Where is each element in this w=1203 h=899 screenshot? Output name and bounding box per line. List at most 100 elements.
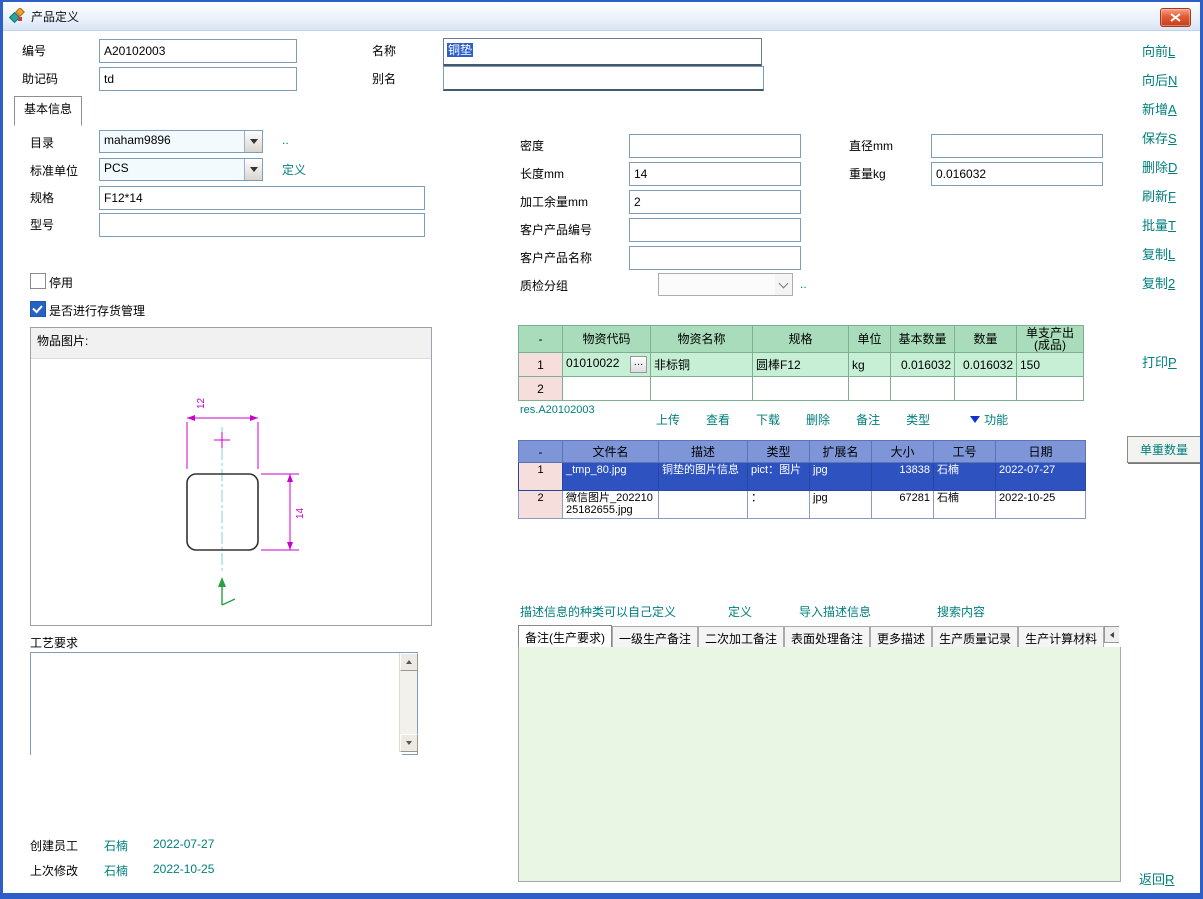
tab-more-description[interactable]: 更多描述 (870, 626, 932, 647)
delete-file-link[interactable]: 删除 (806, 411, 830, 428)
next-button[interactable]: 向后N (1142, 70, 1177, 89)
save-button[interactable]: 保存S (1142, 128, 1177, 147)
scroll-down-button[interactable] (400, 734, 418, 752)
process-req-textarea[interactable] (31, 653, 402, 756)
cell-file-name[interactable]: 微信图片_20221025182655.jpg (563, 491, 659, 519)
customer-name-input[interactable] (629, 246, 801, 270)
function-menu[interactable]: 功能 (970, 411, 1008, 428)
cell-unit[interactable]: kg (849, 353, 891, 377)
cell-ext[interactable]: jpg (810, 491, 872, 519)
cell-type[interactable]: pict：图片 (748, 463, 810, 491)
file-row-selected[interactable]: 1 _tmp_80.jpg 铜垫的图片信息 pict：图片 jpg 13838 … (519, 463, 1086, 491)
cell-per-unit-output[interactable] (1017, 377, 1084, 401)
unit-define-link[interactable]: 定义 (282, 161, 306, 178)
qc-group-select[interactable] (658, 273, 793, 296)
scroll-up-button[interactable] (400, 653, 418, 671)
description-content-area[interactable] (518, 647, 1121, 882)
scrollbar[interactable] (399, 653, 417, 752)
alias-input[interactable] (443, 66, 764, 91)
cell-file-name[interactable]: _tmp_80.jpg (563, 463, 659, 491)
close-button[interactable] (1160, 8, 1191, 27)
tab-secondary-processing[interactable]: 二次加工备注 (698, 626, 784, 647)
density-input[interactable] (629, 134, 801, 158)
qc-group-dropdown-button[interactable] (775, 274, 792, 295)
material-row[interactable]: 1 …01010022 非标铜 圆棒F12 kg 0.016032 0.0160… (519, 353, 1084, 377)
view-link[interactable]: 查看 (706, 411, 730, 428)
upload-link[interactable]: 上传 (656, 411, 680, 428)
tab-scroll-left-button[interactable] (1104, 626, 1119, 643)
name-input[interactable]: 铜垫 (443, 38, 762, 66)
customer-no-input[interactable] (629, 218, 801, 242)
copy2-button[interactable]: 复制2 (1142, 273, 1177, 292)
tab-basic-info[interactable]: 基本信息 (14, 96, 82, 126)
return-button[interactable]: 返回R (1139, 869, 1174, 888)
cell-spec[interactable] (753, 377, 849, 401)
refresh-button[interactable]: 刷新F (1142, 186, 1177, 205)
tab-material-calculation[interactable]: 生产计算材料 (1018, 626, 1104, 647)
cell-spec[interactable]: 圆棒F12 (753, 353, 849, 377)
cell-description[interactable]: 铜垫的图片信息 (659, 463, 748, 491)
tab-level1-remarks[interactable]: 一级生产备注 (612, 626, 698, 647)
function-link[interactable]: 功能 (984, 411, 1008, 428)
disabled-checkbox[interactable] (30, 273, 46, 289)
cell-date[interactable]: 2022-07-27 (996, 463, 1086, 491)
cell-type[interactable]: ： (748, 491, 810, 519)
row-number-cell[interactable]: 1 (519, 463, 563, 491)
item-picture-label: 物品图片: (31, 328, 431, 359)
tab-production-remarks[interactable]: 备注(生产要求) (518, 625, 612, 648)
copy-button[interactable]: 复制L (1142, 244, 1177, 263)
cell-base-qty[interactable]: 0.016032 (891, 353, 955, 377)
delete-button[interactable]: 删除D (1142, 157, 1177, 176)
row-number-cell[interactable]: 2 (519, 377, 563, 401)
cell-material-name[interactable] (651, 377, 753, 401)
ellipsis-button[interactable]: … (630, 356, 647, 373)
download-link[interactable]: 下载 (756, 411, 780, 428)
cell-ext[interactable]: jpg (810, 463, 872, 491)
cell-material-code[interactable]: …01010022 (563, 353, 651, 377)
row-number-cell[interactable]: 1 (519, 353, 563, 377)
prev-button[interactable]: 向前L (1142, 41, 1177, 60)
cell-material-name[interactable]: 非标铜 (651, 353, 753, 377)
cell-qty[interactable]: 0.016032 (955, 353, 1017, 377)
cell-date[interactable]: 2022-10-25 (996, 491, 1086, 519)
cell-unit[interactable] (849, 377, 891, 401)
unit-dropdown-button[interactable] (244, 159, 262, 180)
weight-input[interactable] (931, 162, 1103, 186)
mnemonic-input[interactable] (99, 67, 297, 91)
description-define-link[interactable]: 定义 (728, 603, 752, 620)
cell-per-unit-output[interactable]: 150 (1017, 353, 1084, 377)
add-button[interactable]: 新增A (1142, 99, 1177, 118)
catalog-dropdown-button[interactable] (244, 131, 262, 152)
print-button[interactable]: 打印P (1142, 352, 1177, 371)
search-content-link[interactable]: 搜索内容 (937, 603, 985, 620)
catalog-select[interactable]: maham9896 (99, 130, 263, 153)
length-input[interactable] (629, 162, 801, 186)
allowance-input[interactable] (629, 190, 801, 214)
cell-qty[interactable] (955, 377, 1017, 401)
cell-material-code[interactable] (563, 377, 651, 401)
cell-worker[interactable]: 石楠 (934, 491, 996, 519)
row-number-cell[interactable]: 2 (519, 491, 563, 519)
remark-link[interactable]: 备注 (856, 411, 880, 428)
batch-button[interactable]: 批量T (1142, 215, 1177, 234)
unit-select[interactable]: PCS (99, 158, 263, 181)
code-input[interactable] (99, 39, 297, 63)
unit-weight-qty-button[interactable]: 单重数量 (1127, 436, 1201, 463)
material-row[interactable]: 2 (519, 377, 1084, 401)
file-row[interactable]: 2 微信图片_20221025182655.jpg ： jpg 67281 石楠… (519, 491, 1086, 519)
import-description-link[interactable]: 导入描述信息 (799, 603, 871, 620)
cell-description[interactable] (659, 491, 748, 519)
cell-size[interactable]: 13838 (872, 463, 934, 491)
tab-surface-treatment[interactable]: 表面处理备注 (784, 626, 870, 647)
diameter-input[interactable] (931, 134, 1103, 158)
spec-input[interactable] (99, 186, 425, 210)
model-input[interactable] (99, 213, 425, 237)
qc-group-more-link[interactable]: .. (800, 277, 807, 291)
type-link[interactable]: 类型 (906, 411, 930, 428)
inventory-mgmt-checkbox[interactable] (30, 301, 46, 317)
catalog-more-link[interactable]: .. (282, 133, 289, 147)
cell-size[interactable]: 67281 (872, 491, 934, 519)
cell-base-qty[interactable] (891, 377, 955, 401)
tab-quality-records[interactable]: 生产质量记录 (932, 626, 1018, 647)
cell-worker[interactable]: 石楠 (934, 463, 996, 491)
